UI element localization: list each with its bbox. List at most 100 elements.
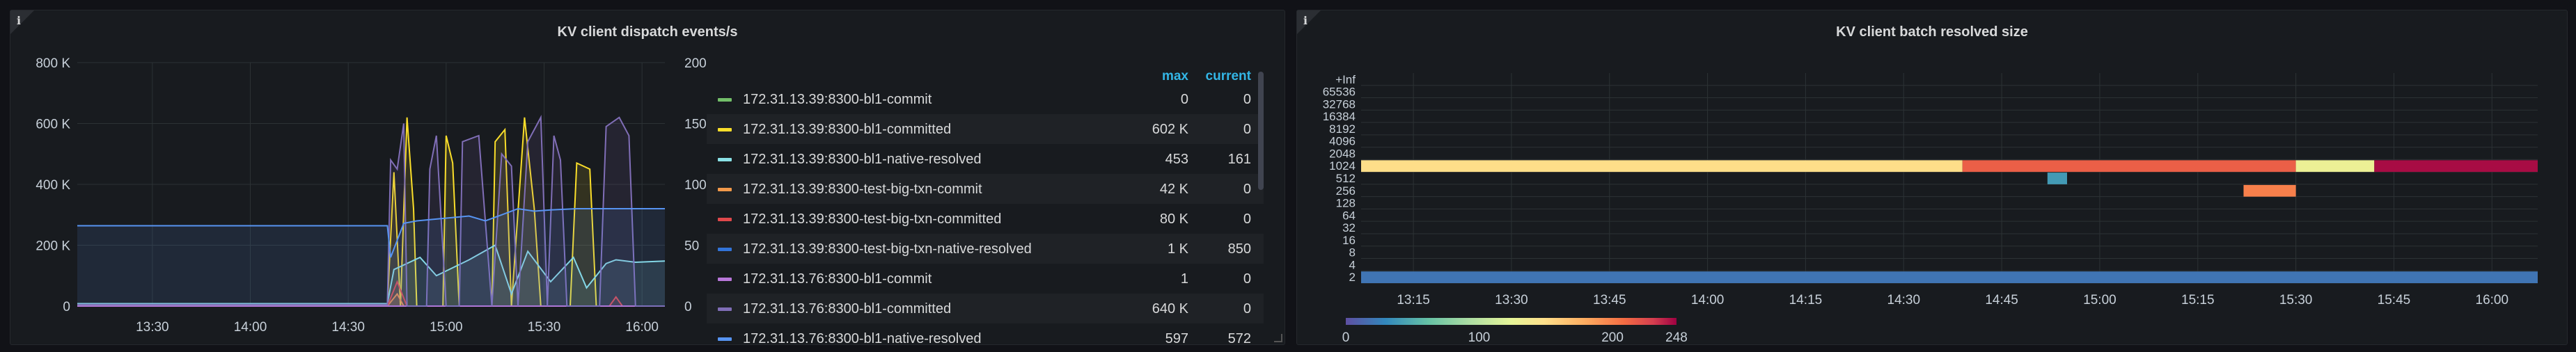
y-right-tick-label: 100 bbox=[684, 178, 707, 193]
y-tick-label: 128 bbox=[1336, 197, 1356, 210]
y-tick-label: 32 bbox=[1342, 221, 1356, 234]
x-tick-label: 15:00 bbox=[2083, 293, 2116, 307]
legend-series-name: 172.31.13.39:8300-bl1-committed bbox=[743, 122, 952, 137]
legend-swatch bbox=[718, 158, 732, 161]
heatmap-cell bbox=[1361, 160, 1963, 173]
y-tick-label: 65536 bbox=[1323, 86, 1356, 99]
heatmap-cell bbox=[2243, 184, 2296, 197]
y-tick-label: 64 bbox=[1342, 209, 1356, 222]
x-tick-label: 13:15 bbox=[1397, 293, 1430, 307]
legend-max-value: 0 bbox=[1180, 92, 1188, 107]
legend-swatch bbox=[718, 278, 732, 281]
x-tick-label: 14:15 bbox=[1789, 293, 1823, 307]
legend-item[interactable]: 172.31.13.39:8300-bl1-committed 602 K 0 bbox=[707, 114, 1264, 144]
legend-item[interactable]: 172.31.13.39:8300-test-big-txn-committed… bbox=[707, 204, 1264, 234]
legend-swatch bbox=[718, 188, 732, 191]
y-tick-label: 16 bbox=[1342, 234, 1356, 247]
y-right-tick-label: 150 bbox=[684, 118, 707, 132]
heatmap-cell bbox=[1361, 271, 2538, 283]
legend-max-value: 1 K bbox=[1167, 241, 1188, 257]
legend-series-name: 172.31.13.76:8300-bl1-native-resolved bbox=[743, 331, 982, 344]
color-scale-label: 0 bbox=[1342, 330, 1350, 344]
legend-max-value: 1 bbox=[1180, 271, 1188, 287]
x-tick-label: 14:30 bbox=[331, 320, 365, 335]
color-scale-label: 200 bbox=[1601, 330, 1624, 344]
color-scale-bar bbox=[1346, 318, 1676, 325]
y-tick-label: +Inf bbox=[1335, 73, 1356, 86]
x-tick-label: 15:45 bbox=[2378, 293, 2411, 307]
legend-swatch bbox=[718, 337, 732, 341]
x-tick-label: 15:30 bbox=[528, 320, 561, 335]
legend-max-value: 640 K bbox=[1152, 301, 1188, 317]
legend-scrollbar[interactable] bbox=[1258, 72, 1264, 190]
legend-max-header[interactable]: max bbox=[1162, 69, 1188, 84]
resize-handle[interactable] bbox=[1274, 334, 1282, 342]
legend-swatch bbox=[718, 307, 732, 311]
legend-series-name: 172.31.13.39:8300-test-big-txn-commit bbox=[743, 182, 982, 197]
heatmap-cell bbox=[1962, 160, 2296, 173]
x-tick-label: 13:30 bbox=[136, 320, 169, 335]
batch-resolved-heatmap: 2481632641282565121024204840968192163843… bbox=[1323, 73, 2538, 344]
legend-current-value: 572 bbox=[1227, 331, 1251, 344]
legend-item[interactable]: 172.31.13.39:8300-bl1-commit 0 0 bbox=[707, 84, 1264, 114]
heatmap-cell bbox=[2295, 160, 2375, 173]
legend-header: max current bbox=[707, 59, 1264, 84]
heatmap-cell bbox=[2047, 173, 2067, 184]
legend: max current 172.31.13.39:8300-bl1-commit… bbox=[707, 59, 1264, 344]
legend-series-name: 172.31.13.39:8300-test-big-txn-committed bbox=[743, 211, 1002, 227]
legend-current-value: 0 bbox=[1243, 92, 1251, 107]
legend-series-name: 172.31.13.39:8300-bl1-native-resolved bbox=[743, 152, 982, 167]
legend-item[interactable]: 172.31.13.39:8300-test-big-txn-native-re… bbox=[707, 234, 1264, 264]
y-tick-label: 16384 bbox=[1323, 110, 1356, 123]
y-tick-label: 2 bbox=[1349, 271, 1356, 284]
x-tick-label: 16:00 bbox=[2476, 293, 2509, 307]
dispatch-events-panel: i KV client dispatch events/s 0 200 K 400 … bbox=[10, 10, 1285, 345]
legend-series-name: 172.31.13.39:8300-bl1-commit bbox=[743, 92, 932, 107]
x-tick-label: 14:00 bbox=[234, 320, 267, 335]
x-tick-label: 15:00 bbox=[430, 320, 463, 335]
legend-series-name: 172.31.13.39:8300-test-big-txn-native-re… bbox=[743, 241, 1032, 257]
legend-item[interactable]: 172.31.13.76:8300-bl1-native-resolved 597… bbox=[707, 323, 1264, 344]
x-tick-label: 14:45 bbox=[1985, 293, 2018, 307]
series-area bbox=[77, 209, 665, 306]
legend-swatch bbox=[718, 128, 732, 131]
legend-max-value: 453 bbox=[1165, 152, 1188, 167]
legend-item[interactable]: 172.31.13.39:8300-test-big-txn-commit 42 … bbox=[707, 174, 1264, 204]
legend-current-value: 161 bbox=[1227, 152, 1251, 167]
y-tick-label: 8 bbox=[1349, 246, 1356, 259]
color-scale-label: 100 bbox=[1468, 330, 1491, 344]
legend-series-name: 172.31.13.76:8300-bl1-commit bbox=[743, 271, 932, 287]
color-scale-label: 248 bbox=[1665, 330, 1688, 344]
batch-resolved-panel: i KV client batch resolved size 248 16 3… bbox=[1296, 10, 2568, 345]
x-tick-label: 15:15 bbox=[2181, 293, 2215, 307]
y-tick-label: 512 bbox=[1336, 172, 1356, 185]
legend-swatch bbox=[718, 248, 732, 251]
legend-current-value: 0 bbox=[1243, 271, 1251, 287]
legend-current-value: 0 bbox=[1243, 301, 1251, 317]
legend-item[interactable]: 172.31.13.76:8300-bl1-commit 1 0 bbox=[707, 264, 1264, 294]
x-tick-label: 13:30 bbox=[1495, 293, 1528, 307]
dispatch-events-chart: 0 200 K 400 K 600 K 800 K 0 50 100 150 200 13:30… bbox=[36, 56, 707, 335]
legend-max-value: 597 bbox=[1165, 331, 1188, 344]
y-tick-label: 4096 bbox=[1329, 135, 1356, 148]
legend-series-name: 172.31.13.76:8300-bl1-committed bbox=[743, 301, 952, 317]
legend-current-value: 0 bbox=[1243, 122, 1251, 137]
x-tick-label: 16:00 bbox=[625, 320, 659, 335]
legend-max-value: 42 K bbox=[1159, 182, 1188, 197]
y-tick-label: 0 bbox=[63, 300, 70, 314]
legend-max-value: 80 K bbox=[1159, 211, 1188, 227]
y-tick-label: 32768 bbox=[1323, 97, 1356, 111]
legend-current-header[interactable]: current bbox=[1206, 69, 1251, 84]
legend-item[interactable]: 172.31.13.39:8300-bl1-native-resolved 453… bbox=[707, 144, 1264, 174]
legend-swatch bbox=[718, 98, 732, 102]
x-tick-label: 14:00 bbox=[1691, 293, 1725, 307]
heatmap-cell bbox=[2374, 160, 2538, 173]
y-tick-label: 256 bbox=[1336, 184, 1356, 198]
y-tick-label: 4 bbox=[1349, 258, 1356, 271]
legend-current-value: 0 bbox=[1243, 182, 1251, 197]
legend-item[interactable]: 172.31.13.76:8300-bl1-committed 640 K 0 bbox=[707, 294, 1264, 323]
y-right-tick-label: 0 bbox=[684, 300, 692, 314]
x-tick-label: 13:45 bbox=[1593, 293, 1626, 307]
y-tick-label: 200 K bbox=[36, 239, 70, 254]
y-tick-label: 8192 bbox=[1329, 122, 1356, 136]
